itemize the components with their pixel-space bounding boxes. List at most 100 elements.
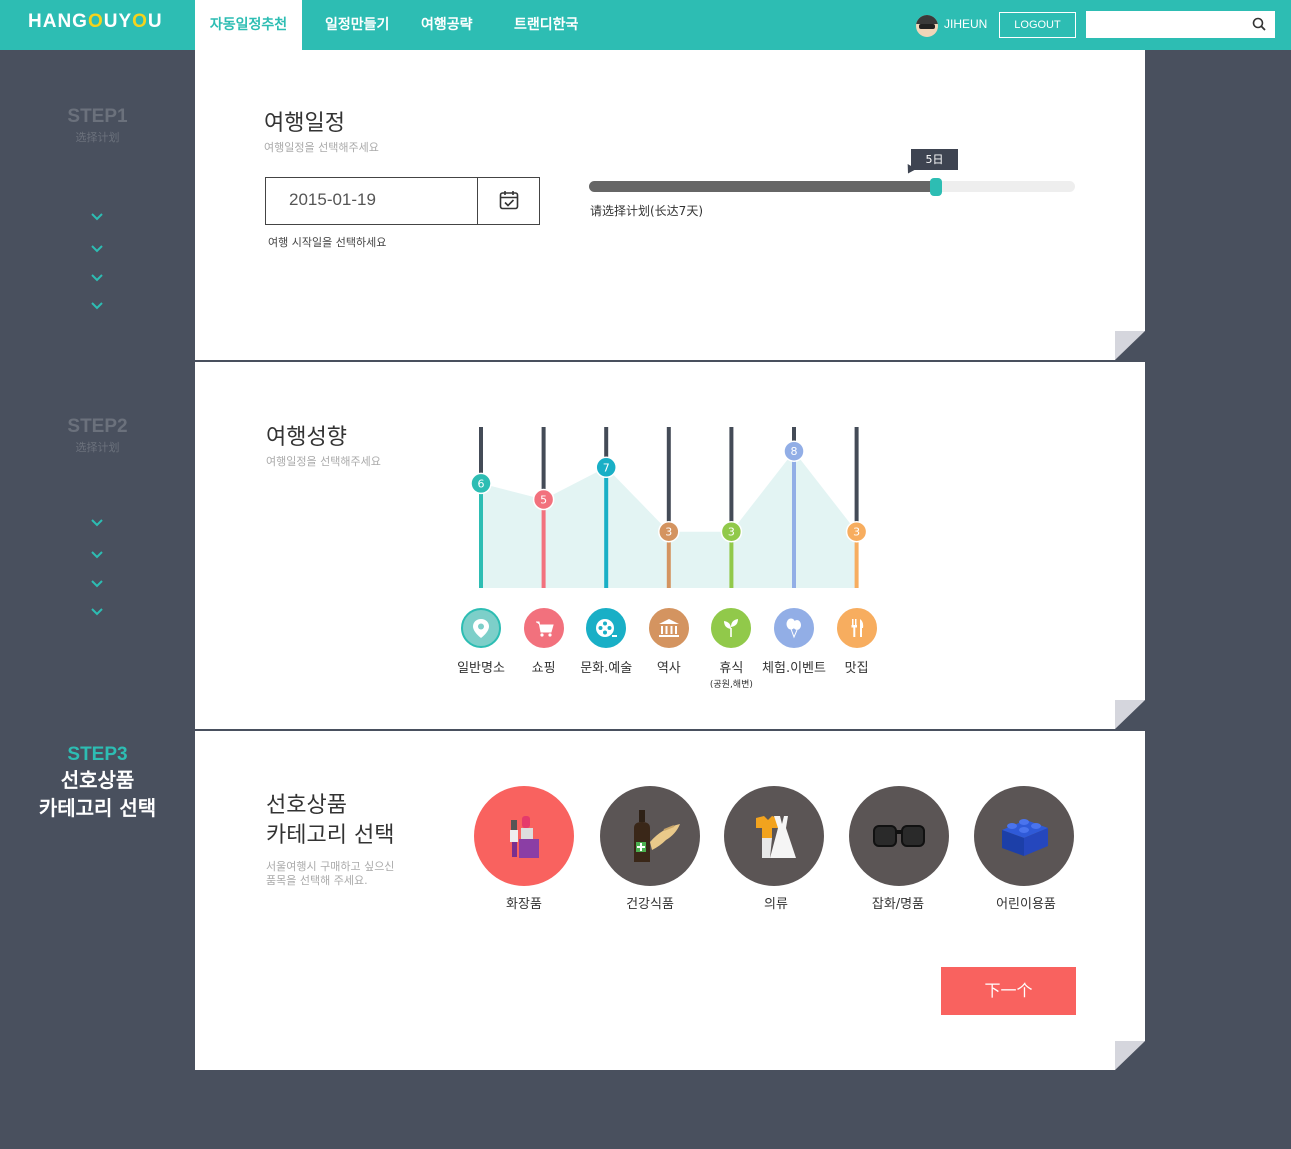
sidebar-step1[interactable]: STEP1 选择计划 [0, 106, 195, 145]
product-kids[interactable] [974, 786, 1074, 886]
start-date-value[interactable]: 2015-01-19 [289, 190, 376, 210]
preference-category-button[interactable] [523, 608, 564, 648]
chevron-down-icon [91, 551, 103, 559]
start-date-hint: 여행 시작일을 선택하세요 [268, 236, 387, 249]
preference-slider-fill [792, 451, 796, 588]
chevron-down-icon [91, 274, 103, 282]
nav-tab-auto-recommend[interactable]: 자동일정추천 [195, 0, 302, 50]
product-description: 서울여행시 구매하고 싶으신 품목을 선택해 주세요. [266, 860, 394, 888]
preference-slider-track[interactable] [541, 427, 546, 500]
preference-description: 여행일정을 선택해주세요 [266, 455, 381, 468]
preference-category-button[interactable] [711, 608, 752, 648]
preference-title: 여행성향 [266, 425, 347, 450]
product-title: 선호상품 카테고리 선택 [266, 791, 394, 851]
fork-knife-icon [851, 619, 863, 637]
chevron-down-icon [91, 519, 103, 527]
preference-slider-fill [604, 467, 609, 588]
preference-sliders[interactable]: 6 5 7 3 3 8 3 [450, 422, 890, 592]
preference-category-sublabel: (공원,해변) [709, 680, 753, 690]
product-cosmetics[interactable] [474, 786, 574, 886]
chevron-down-icon [91, 608, 103, 616]
preference-slider-value: 7 [603, 461, 610, 474]
step3-line1: 선호상품 [60, 768, 135, 792]
avatar[interactable] [916, 15, 938, 37]
preference-category-button[interactable] [586, 608, 627, 648]
calendar-check-icon [499, 191, 519, 210]
product-accessories[interactable] [849, 786, 949, 886]
preference-slider-value: 6 [478, 477, 485, 490]
schedule-panel: 여행일정 여행일정을 선택해주세요 2015-01-19 여행 시작일을 선택하… [195, 50, 1145, 360]
preference-slider-track[interactable] [854, 427, 859, 532]
preference-panel: 여행성향 여행일정을 선택해주세요 6573383 일반명소 쇼핑 문화.예술 역사 휴… [195, 362, 1145, 729]
leaf-icon [724, 619, 739, 637]
product-label: 의류 [764, 897, 788, 912]
preference-slider-fill [541, 499, 546, 588]
toy-brick-icon [1002, 819, 1048, 856]
product-description-line1: 서울여행시 구매하고 싶으신 [266, 860, 395, 873]
cosmetics-icon [510, 816, 539, 858]
search-icon[interactable] [1252, 17, 1266, 31]
nav-tab-trendy-korea[interactable]: 트랜디한국 [514, 0, 578, 50]
product-title-line2: 카테고리 선택 [266, 823, 395, 848]
ginseng-bottle-icon [634, 810, 680, 862]
nav-tab-travel-guide[interactable]: 여행공략 [421, 0, 473, 50]
chevron-down-icon [91, 245, 103, 253]
product-clothing[interactable] [724, 786, 824, 886]
next-button[interactable]: 下一个 [941, 967, 1076, 1015]
step1-subtitle: 选择计划 [75, 131, 120, 144]
preference-slider-fill [479, 483, 483, 588]
calendar-button[interactable] [477, 178, 540, 224]
start-date-field[interactable]: 2015-01-19 [265, 177, 540, 225]
step3-line2: 카테고리 선택 [38, 796, 157, 820]
product-label: 화장품 [506, 897, 542, 912]
preference-slider-value: 5 [540, 494, 547, 507]
step3-title: STEP3 [67, 744, 128, 765]
clothing-icon [756, 816, 796, 858]
sidebar-step3[interactable]: STEP3 선호상품 카테고리 선택 [0, 744, 195, 822]
sidebar-step2[interactable]: STEP2 选择计划 [0, 416, 195, 455]
slider-value-tooltip: 5日 [911, 149, 958, 170]
product-description-line2: 품목을 선택해 주세요. [266, 874, 368, 887]
nav-tab-make-schedule[interactable]: 일정만들기 [325, 0, 389, 50]
schedule-description: 여행일정을 선택해주세요 [264, 141, 379, 154]
page-fold-corner [1115, 331, 1145, 360]
schedule-title: 여행일정 [264, 111, 345, 136]
days-slider-fill [589, 181, 936, 192]
product-label: 잡화/명품 [871, 897, 925, 912]
step1-title: STEP1 [67, 106, 128, 127]
preference-slider-track[interactable] [666, 427, 671, 532]
step2-title: STEP2 [67, 416, 128, 437]
days-slider-handle[interactable] [930, 178, 942, 196]
chevron-down-icon [91, 302, 103, 310]
preference-slider-track[interactable] [729, 427, 734, 532]
balloon-icon [786, 618, 801, 639]
preference-slider-value: 8 [791, 445, 798, 458]
product-health-food[interactable] [600, 786, 700, 886]
preference-category-button[interactable] [836, 608, 877, 648]
days-slider[interactable] [589, 178, 1075, 196]
logout-button[interactable]: LOGOUT [999, 12, 1076, 38]
museum-icon [658, 619, 679, 637]
product-label: 건강식품 [626, 897, 674, 912]
film-reel-icon [596, 619, 618, 637]
search-input[interactable] [1086, 11, 1275, 38]
page-fold-corner [1115, 1041, 1145, 1070]
product-label: 어린이용품 [996, 897, 1056, 912]
map-pin-icon [473, 619, 489, 638]
chevron-down-icon [91, 580, 103, 588]
chevron-down-icon [91, 213, 103, 221]
page-fold-corner [1115, 700, 1145, 729]
cart-icon [535, 621, 554, 637]
preference-category-button[interactable] [648, 608, 689, 648]
step2-subtitle: 选择计划 [75, 441, 120, 454]
preference-category-button[interactable] [461, 608, 501, 648]
preference-slider-value: 3 [728, 526, 735, 539]
preference-slider-value: 3 [853, 526, 860, 539]
preference-slider-value: 3 [665, 526, 672, 539]
preference-category-button[interactable] [774, 608, 814, 648]
logo[interactable]: HANGOUYOU [28, 11, 163, 33]
username: JIHEUN [944, 17, 988, 31]
days-slider-caption: 请选择计划(长达7天) [590, 204, 703, 218]
product-title-line1: 선호상품 [266, 793, 347, 818]
preference-category-label: 맛집 [844, 661, 869, 676]
